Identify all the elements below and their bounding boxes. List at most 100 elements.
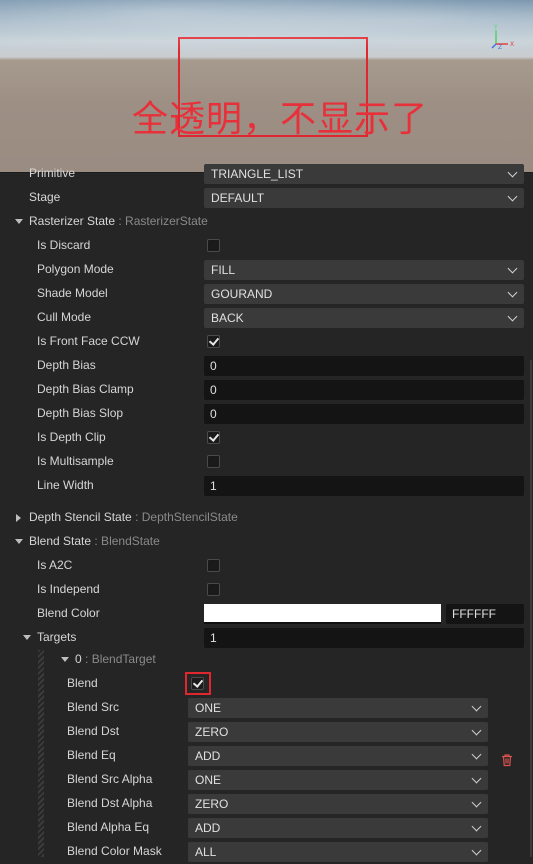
- group-rasterizer-state[interactable]: Rasterizer State : RasterizerState: [0, 210, 533, 234]
- prop-label: Blend Alpha Eq: [67, 820, 150, 834]
- chevron-down-icon: [507, 311, 518, 322]
- group-depth-stencil-state[interactable]: Depth Stencil State : DepthStencilState: [0, 506, 533, 530]
- prop-label: Stage: [29, 190, 61, 204]
- chevron-down-icon: [507, 263, 518, 274]
- prop-row-blend-src-alpha: Blend Src Alpha ONE: [0, 768, 533, 792]
- chevron-down-icon: [471, 701, 482, 712]
- shade-model-dropdown[interactable]: GOURAND: [204, 284, 524, 304]
- blend-color-swatch[interactable]: [204, 604, 441, 624]
- is-a2c-checkbox[interactable]: [207, 559, 220, 572]
- prop-label: Blend Dst: [67, 724, 120, 738]
- trash-icon[interactable]: [500, 753, 514, 767]
- chevron-down-icon: [471, 725, 482, 736]
- prop-label: Blend Src: [67, 700, 120, 714]
- prop-row-is-discard: Is Discard: [0, 234, 533, 258]
- prop-row-is-independ: Is Independ: [0, 578, 533, 602]
- multisample-checkbox[interactable]: [207, 455, 220, 468]
- chevron-down-icon[interactable]: [61, 657, 69, 662]
- prop-label: Is Front Face CCW: [37, 334, 140, 348]
- line-width-input[interactable]: 1: [204, 476, 524, 496]
- prop-label: Blend Color: [37, 606, 100, 620]
- blend-dst-alpha-dropdown[interactable]: ZERO: [188, 794, 488, 814]
- prop-row-polygon-mode: Polygon Mode FILL: [0, 258, 533, 282]
- prop-label: Shade Model: [37, 286, 108, 300]
- prop-row-targets: Targets 1: [0, 626, 533, 650]
- group-label: Blend State : BlendState: [29, 534, 160, 548]
- prop-row-shade-model: Shade Model GOURAND: [0, 282, 533, 306]
- prop-row-depth-bias-clamp: Depth Bias Clamp 0: [0, 378, 533, 402]
- group-blend-state[interactable]: Blend State : BlendState: [0, 530, 533, 554]
- dropdown-value: ZERO: [195, 725, 229, 739]
- chevron-down-icon: [471, 845, 482, 856]
- chevron-down-icon[interactable]: [23, 635, 31, 640]
- prop-label: Blend Color Mask: [67, 844, 162, 858]
- highlight-box: [185, 672, 211, 695]
- prop-row-multisample: Is Multisample: [0, 450, 533, 474]
- scrollbar[interactable]: [530, 360, 532, 857]
- chevron-down-icon: [471, 749, 482, 760]
- dropdown-value: ADD: [195, 821, 221, 835]
- prop-label: Depth Bias: [37, 358, 96, 372]
- prop-row-is-a2c: Is A2C: [0, 554, 533, 578]
- blend-src-alpha-dropdown[interactable]: ONE: [188, 770, 488, 790]
- depth-bias-clamp-input[interactable]: 0: [204, 380, 524, 400]
- prop-row-depth-bias: Depth Bias 0: [0, 354, 533, 378]
- group-label: 0 : BlendTarget: [75, 652, 156, 666]
- blend-eq-dropdown[interactable]: ADD: [188, 746, 488, 766]
- chevron-down-icon: [471, 821, 482, 832]
- prop-label: Blend Eq: [67, 748, 116, 762]
- chevron-down-icon[interactable]: [15, 539, 23, 544]
- prop-label: Depth Bias Slop: [37, 406, 124, 420]
- prop-label: Polygon Mode: [37, 262, 114, 276]
- prop-label: Cull Mode: [37, 310, 92, 324]
- stage-dropdown[interactable]: DEFAULT: [204, 188, 524, 208]
- group-label: Depth Stencil State : DepthStencilState: [29, 510, 238, 524]
- prop-row-blend-alpha-eq: Blend Alpha Eq ADD: [0, 816, 533, 840]
- depth-clip-checkbox[interactable]: [207, 431, 220, 444]
- prop-row-blend-eq: Blend Eq ADD: [0, 744, 533, 768]
- prop-label: Blend: [67, 676, 98, 690]
- chevron-down-icon: [507, 191, 518, 202]
- prop-label: Depth Bias Clamp: [37, 382, 134, 396]
- dropdown-value: DEFAULT: [211, 191, 265, 205]
- prop-row-depth-bias-slop: Depth Bias Slop 0: [0, 402, 533, 426]
- prop-row-blend-src: Blend Src ONE: [0, 696, 533, 720]
- dropdown-value: BACK: [211, 311, 244, 325]
- targets-count-input[interactable]: 1: [204, 628, 524, 648]
- prop-label: Targets: [37, 630, 77, 644]
- is-independ-checkbox[interactable]: [207, 583, 220, 596]
- blend-alpha-eq-dropdown[interactable]: ADD: [188, 818, 488, 838]
- prop-row-blend-dst: Blend Dst ZERO: [0, 720, 533, 744]
- chevron-right-icon[interactable]: [16, 514, 21, 522]
- chevron-down-icon[interactable]: [15, 219, 23, 224]
- group-blend-target-0[interactable]: 0 : BlendTarget: [0, 648, 533, 672]
- prop-label: Blend Src Alpha: [67, 772, 153, 786]
- front-ccw-checkbox[interactable]: [207, 335, 220, 348]
- prop-row-depth-clip: Is Depth Clip: [0, 426, 533, 450]
- prop-label: Is Independ: [37, 582, 100, 596]
- prop-row-stage: Stage DEFAULT: [0, 186, 533, 210]
- prop-label: Is A2C: [37, 558, 73, 572]
- blend-src-dropdown[interactable]: ONE: [188, 698, 488, 718]
- prop-label: Is Multisample: [37, 454, 114, 468]
- dropdown-value: ADD: [195, 749, 221, 763]
- dropdown-value: ONE: [195, 701, 222, 715]
- prop-label: Is Depth Clip: [37, 430, 106, 444]
- polygon-mode-dropdown[interactable]: FILL: [204, 260, 524, 280]
- prop-label: Line Width: [37, 478, 94, 492]
- prop-row-cull-mode: Cull Mode BACK: [0, 306, 533, 330]
- cull-mode-dropdown[interactable]: BACK: [204, 308, 524, 328]
- blend-color-hex-input[interactable]: FFFFFF: [446, 604, 524, 624]
- group-label: Rasterizer State : RasterizerState: [29, 214, 208, 228]
- prop-row-blend-color-mask: Blend Color Mask ALL: [0, 840, 533, 864]
- viewport-overlay: [0, 0, 533, 172]
- chevron-down-icon: [471, 773, 482, 784]
- depth-bias-input[interactable]: 0: [204, 356, 524, 376]
- depth-bias-slop-input[interactable]: 0: [204, 404, 524, 424]
- prop-label: Is Discard: [37, 238, 91, 252]
- is-discard-checkbox[interactable]: [207, 239, 220, 252]
- prop-row-blend-color: Blend Color FFFFFF: [0, 602, 533, 626]
- blend-color-mask-dropdown[interactable]: ALL: [188, 842, 488, 862]
- blend-dst-dropdown[interactable]: ZERO: [188, 722, 488, 742]
- dropdown-value: ONE: [195, 773, 222, 787]
